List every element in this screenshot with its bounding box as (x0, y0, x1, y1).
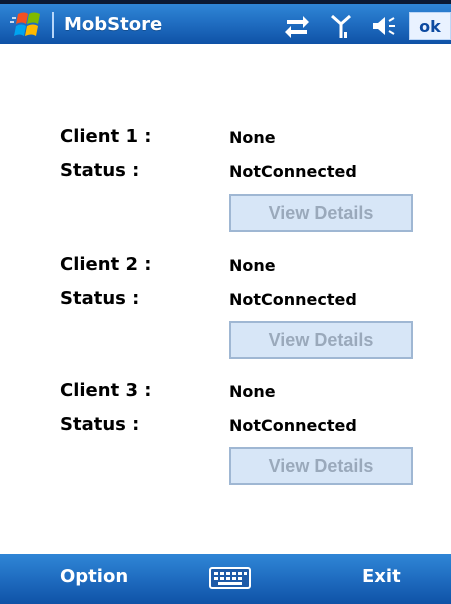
client-1-label: Client 1 : (60, 126, 152, 147)
client-2-status-row: Status : NotConnected (60, 288, 420, 318)
client-2-status-label: Status : (60, 288, 140, 309)
softkey-bar: Option Exit (0, 554, 451, 604)
client-3-value: None (229, 382, 276, 401)
client-2-status-value: NotConnected (229, 290, 357, 309)
client-2-view-details-button[interactable]: View Details (229, 321, 413, 359)
client-2-value: None (229, 256, 276, 275)
client-3-status-label: Status : (60, 414, 140, 435)
app-title: MobStore (64, 14, 163, 35)
signal-icon[interactable] (330, 14, 352, 44)
status-icons (283, 14, 397, 40)
client-3-status-row: Status : NotConnected (60, 414, 420, 444)
client-3-row: Client 3 : None (60, 380, 420, 410)
client-2-row: Client 2 : None (60, 254, 420, 284)
client-1-status-row: Status : NotConnected (60, 160, 420, 190)
option-softkey[interactable]: Option (60, 566, 128, 587)
windows-start-icon[interactable] (8, 10, 48, 40)
client-1-value: None (229, 128, 276, 147)
keyboard-icon[interactable] (206, 566, 254, 592)
title-separator (52, 12, 54, 38)
client-1-view-details-button[interactable]: View Details (229, 194, 413, 232)
client-3-status-value: NotConnected (229, 416, 357, 435)
client-3-view-details-button[interactable]: View Details (229, 447, 413, 485)
data-transfer-icon[interactable] (283, 14, 311, 42)
ok-button[interactable]: ok (409, 12, 451, 40)
client-1-status-value: NotConnected (229, 162, 357, 181)
volume-icon[interactable] (371, 14, 397, 42)
client-1-status-label: Status : (60, 160, 140, 181)
client-3-label: Client 3 : (60, 380, 152, 401)
exit-softkey[interactable]: Exit (362, 566, 401, 587)
client-1-row: Client 1 : None (60, 126, 420, 156)
client-2-label: Client 2 : (60, 254, 152, 275)
title-bar: MobStore ok (0, 0, 451, 44)
